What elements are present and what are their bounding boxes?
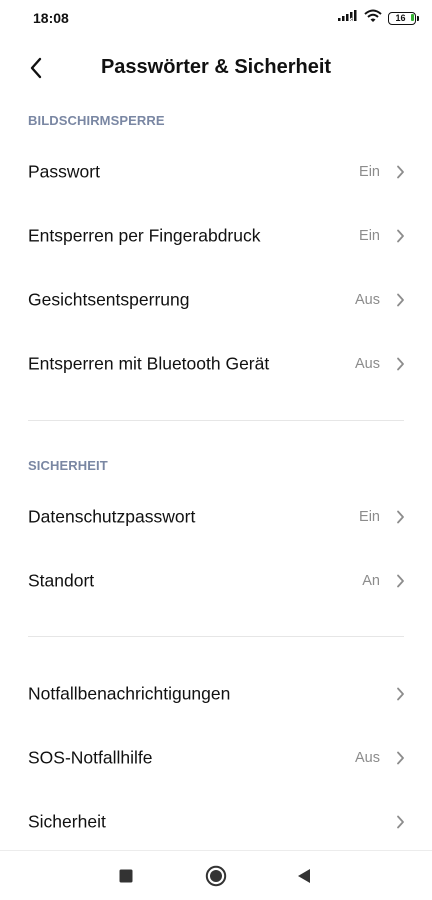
chevron-right-icon — [393, 574, 407, 588]
navigation-bar — [0, 850, 432, 900]
row-value: Aus — [355, 292, 380, 308]
row-label: Passwort — [28, 161, 100, 182]
row-value: Ein — [359, 228, 380, 244]
chevron-right-icon — [393, 293, 407, 307]
row-value: Aus — [355, 750, 380, 766]
battery-fill — [410, 14, 414, 21]
row-label: Entsperren per Fingerabdruck — [28, 225, 261, 246]
page-title: Passwörter & Sicherheit — [100, 56, 332, 78]
status-bar: 18:08 16 — [0, 0, 432, 36]
row-label: SOS-Notfallhilfe — [28, 747, 153, 768]
status-time: 18:08 — [33, 10, 69, 26]
row-emergency-notifications[interactable]: Notfallbenachrichtigungen — [0, 662, 432, 726]
row-bluetooth-unlock[interactable]: Entsperren mit Bluetooth Gerät Aus — [0, 332, 432, 396]
back-nav-button[interactable] — [292, 864, 316, 888]
header: Passwörter & Sicherheit — [0, 46, 432, 90]
chevron-right-icon — [393, 357, 407, 371]
row-passwort[interactable]: Passwort Ein — [0, 140, 432, 204]
row-value: Ein — [359, 509, 380, 525]
settings-screen: 18:08 16 Passwörter & Sicherheit BILDSCH… — [0, 0, 432, 900]
recents-square-icon — [119, 869, 133, 883]
row-value: Aus — [355, 356, 380, 372]
row-sos-emergency[interactable]: SOS-Notfallhilfe Aus — [0, 726, 432, 790]
home-circle-icon — [205, 865, 227, 887]
battery-icon: 16 — [388, 11, 419, 25]
divider — [28, 420, 404, 421]
row-fingerprint-unlock[interactable]: Entsperren per Fingerabdruck Ein — [0, 204, 432, 268]
row-label: Notfallbenachrichtigungen — [28, 683, 231, 704]
back-triangle-icon — [298, 869, 310, 883]
row-label: Entsperren mit Bluetooth Gerät — [28, 353, 270, 374]
divider — [28, 636, 404, 637]
chevron-right-icon — [393, 687, 407, 701]
row-privacy-password[interactable]: Datenschutzpasswort Ein — [0, 485, 432, 549]
battery-level: 16 — [395, 12, 406, 23]
row-label: Datenschutzpasswort — [28, 506, 196, 527]
recents-button[interactable] — [114, 864, 138, 888]
chevron-right-icon — [393, 815, 407, 829]
row-security[interactable]: Sicherheit — [0, 790, 432, 854]
chevron-right-icon — [393, 510, 407, 524]
row-location[interactable]: Standort An — [0, 549, 432, 613]
section-header-sicherheit: SICHERHEIT — [28, 458, 108, 473]
wifi-icon — [364, 9, 382, 28]
section-header-bildschirmsperre: BILDSCHIRMSPERRE — [28, 113, 165, 128]
row-label: Gesichtsentsperrung — [28, 289, 190, 310]
signal-icon — [338, 9, 358, 27]
row-value: Ein — [359, 164, 380, 180]
row-label: Standort — [28, 570, 95, 591]
chevron-right-icon — [393, 229, 407, 243]
row-label: Sicherheit — [28, 811, 106, 832]
row-face-unlock[interactable]: Gesichtsentsperrung Aus — [0, 268, 432, 332]
row-value: An — [362, 573, 380, 589]
status-icons: 16 — [338, 9, 419, 28]
chevron-right-icon — [393, 165, 407, 179]
home-button[interactable] — [204, 864, 228, 888]
chevron-right-icon — [393, 751, 407, 765]
